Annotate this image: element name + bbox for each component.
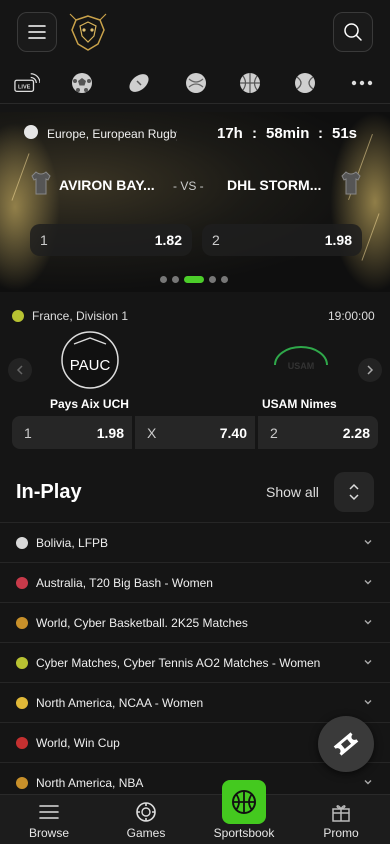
soccer-icon[interactable] (69, 70, 95, 96)
svg-text:LIVE: LIVE (18, 85, 31, 91)
carousel-dot-active[interactable] (184, 276, 204, 283)
soccer-icon (16, 537, 28, 549)
countdown-sep: : (252, 125, 257, 142)
league-name: North America, NBA (36, 776, 144, 790)
nav-games[interactable]: Games (116, 795, 176, 844)
odd-away[interactable]: 2 2.28 (258, 416, 378, 449)
top-bar (0, 0, 390, 62)
basketball-icon (16, 777, 28, 789)
carousel-dot[interactable] (209, 276, 216, 283)
home-team-name: Pays Aix UCH (50, 397, 129, 411)
odd-home[interactable]: 1 1.98 (12, 416, 132, 449)
home-jersey-icon (31, 171, 51, 195)
volleyball-icon (16, 697, 28, 709)
league-name: World, Win Cup (36, 736, 120, 750)
away-team-name: DHL STORM... (227, 177, 322, 193)
tennis-icon[interactable] (292, 70, 318, 96)
countdown-seconds: 51s (332, 125, 358, 142)
carousel-dot[interactable] (160, 276, 167, 283)
countdown-minutes: 58min (266, 125, 310, 142)
carousel-dot[interactable] (172, 276, 179, 283)
nav-promo[interactable]: Promo (312, 795, 370, 844)
handball-league-icon (12, 310, 24, 322)
gift-icon (332, 805, 350, 822)
home-team-name: AVIRON BAY... (59, 177, 155, 193)
chevron-down-icon[interactable] (362, 696, 374, 708)
in-play-league-row[interactable]: Cyber Matches, Cyber Tennis AO2 Matches … (0, 642, 390, 682)
away-team-name: USAM Nimes (262, 397, 337, 411)
search-icon (344, 23, 362, 41)
countdown-hours: 17h (217, 125, 243, 142)
list-icon (39, 805, 59, 819)
carousel-indicator[interactable] (160, 276, 228, 284)
basketball-icon[interactable] (237, 70, 263, 96)
prev-match-button[interactable] (8, 358, 32, 382)
cricket-icon[interactable] (183, 70, 209, 96)
ticket-icon (333, 732, 359, 756)
in-play-heading: In-Play (16, 481, 82, 503)
featured-odd-away[interactable]: 2 1.98 (202, 224, 362, 256)
live-icon[interactable]: LIVE (14, 70, 40, 96)
next-match-button[interactable] (358, 358, 382, 382)
league-name: Cyber Matches, Cyber Tennis AO2 Matches … (36, 656, 321, 670)
chevron-down-icon[interactable] (362, 536, 374, 548)
league-name: Bolivia, LFPB (36, 536, 109, 550)
away-jersey-icon (341, 171, 361, 195)
brand-logo[interactable] (66, 10, 110, 54)
carousel-dot[interactable] (221, 276, 228, 283)
featured-odd-home[interactable]: 1 1.82 (30, 224, 192, 256)
chevron-down-icon[interactable] (362, 616, 374, 628)
svg-text:PAUC: PAUC (70, 357, 111, 374)
in-play-league-row[interactable]: Bolivia, LFPB (0, 522, 390, 562)
bottom-navigation: Browse Games Sportsbook Promo (0, 794, 390, 844)
in-play-league-row[interactable]: North America, NCAA - Women (0, 682, 390, 722)
search-button[interactable] (333, 12, 373, 52)
menu-button[interactable] (17, 12, 57, 52)
rugby-icon[interactable] (126, 70, 152, 96)
sportsbook-active-tab[interactable] (222, 780, 266, 824)
in-play-league-row[interactable]: World, Cyber Basketball. 2K25 Matches (0, 602, 390, 642)
basketball-icon (232, 790, 256, 814)
chevron-right-icon (367, 365, 374, 375)
nav-browse[interactable]: Browse (18, 795, 80, 844)
league-name: North America, NCAA - Women (36, 696, 204, 710)
versus-label: - VS - (173, 179, 204, 193)
tennis-icon (16, 657, 28, 669)
odd-draw[interactable]: X 7.40 (135, 416, 255, 449)
svg-text:USAM: USAM (288, 361, 315, 371)
ticket-promo-button[interactable] (318, 716, 374, 772)
match-league-name: France, Division 1 (32, 309, 129, 323)
home-team-logo: PAUC (61, 331, 119, 389)
countdown-sep: : (318, 125, 323, 142)
sports-filter-row: LIVE (0, 62, 390, 104)
cricket-icon (16, 577, 28, 589)
rugby-league-icon (24, 125, 38, 139)
chevron-down-icon[interactable] (362, 576, 374, 588)
more-icon[interactable] (349, 70, 375, 96)
chevron-left-icon (16, 365, 23, 375)
chip-icon (136, 802, 156, 822)
hockey-icon (16, 737, 28, 749)
match-start-time: 19:00:00 (328, 309, 375, 323)
sort-toggle-button[interactable] (334, 472, 374, 512)
league-name: Australia, T20 Big Bash - Women (36, 576, 213, 590)
away-team-logo: USAM (274, 346, 328, 371)
show-all-link[interactable]: Show all (266, 484, 319, 500)
league-name: World, Cyber Basketball. 2K25 Matches (36, 616, 248, 630)
chevron-down-icon[interactable] (362, 656, 374, 668)
chevron-up-down-icon (349, 483, 359, 501)
in-play-league-row[interactable]: Australia, T20 Big Bash - Women (0, 562, 390, 602)
chevron-down-icon[interactable] (362, 776, 374, 788)
hamburger-icon (28, 25, 46, 39)
featured-league-name: Europe, European Rugby Cha (47, 127, 177, 141)
basketball-icon (16, 617, 28, 629)
